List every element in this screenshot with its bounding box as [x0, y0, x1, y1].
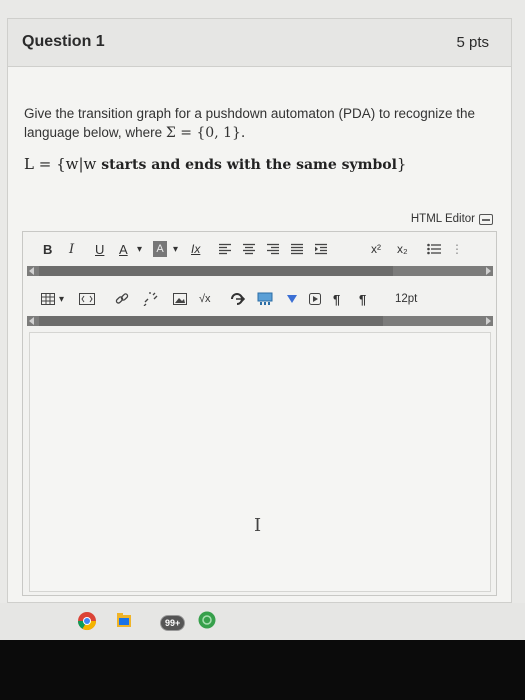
toolbar-scrollbar-1[interactable]	[27, 266, 493, 276]
lti-tool-icon[interactable]	[231, 291, 245, 307]
toolbar-scrollbar-2[interactable]	[27, 316, 493, 326]
superscript-button[interactable]: x²	[371, 241, 381, 257]
subscript-button[interactable]: x₂	[397, 241, 408, 257]
italic-button[interactable]: I	[69, 241, 74, 257]
scroll-right-icon[interactable]	[486, 317, 491, 325]
align-right-icon[interactable]	[267, 241, 279, 257]
language-definition: L = {w|w starts and ends with the same s…	[24, 155, 406, 173]
question-points: 5 pts	[456, 34, 489, 51]
math-equation-button[interactable]: √x	[199, 291, 211, 307]
scroll-left-icon[interactable]	[29, 267, 34, 275]
text-color-button[interactable]: A	[119, 241, 128, 257]
clear-format-button[interactable]: Ix	[191, 241, 200, 257]
question-card: Question 1 5 pts Give the transition gra…	[7, 18, 512, 603]
notification-badge[interactable]: 99+	[160, 613, 186, 631]
video-icon[interactable]	[309, 291, 321, 307]
screen: Question 1 5 pts Give the transition gra…	[0, 0, 525, 640]
image-icon[interactable]	[173, 291, 187, 307]
scroll-left-icon[interactable]	[29, 317, 34, 325]
link-icon[interactable]	[115, 291, 129, 307]
chrome-icon[interactable]	[77, 611, 97, 636]
more-options-icon[interactable]: ⋮	[451, 241, 463, 257]
bg-color-button[interactable]: A	[153, 241, 167, 257]
scroll-right-icon[interactable]	[486, 267, 491, 275]
scroll-thumb[interactable]	[39, 266, 393, 276]
language-suffix: }	[396, 155, 407, 173]
keyboard-icon	[479, 213, 493, 225]
question-prompt: Give the transition graph for a pushdown…	[24, 104, 494, 143]
font-size-select[interactable]: 12pt	[395, 291, 417, 307]
justify-icon[interactable]	[291, 241, 303, 257]
ltr-button[interactable]: ¶	[333, 291, 340, 307]
underline-button[interactable]: U	[95, 241, 104, 257]
question-title: Question 1	[22, 33, 105, 50]
taskbar: 99+	[0, 603, 525, 640]
html-editor-label: HTML Editor	[410, 213, 475, 225]
bold-button[interactable]: B	[43, 241, 52, 257]
language-prefix: L = {w|w	[24, 155, 97, 173]
scroll-thumb[interactable]	[39, 316, 383, 326]
unlink-icon[interactable]	[143, 291, 159, 307]
html-editor-link[interactable]: HTML Editor	[411, 213, 493, 225]
app-icon[interactable]	[198, 611, 216, 634]
editor-toolbar-format: B I U A ▾ A ▾ Ix x² x₂ ⋮	[23, 236, 496, 262]
indent-icon[interactable]	[315, 241, 327, 257]
answer-text-area[interactable]: I	[29, 332, 491, 592]
language-condition: starts and ends with the same symbol	[96, 157, 397, 173]
table-icon[interactable]	[41, 291, 55, 307]
sigma-definition: Σ = {0, 1}.	[165, 125, 246, 141]
embed-icon[interactable]	[79, 291, 95, 307]
badge-count: 99+	[160, 615, 186, 631]
chevron-down-icon[interactable]: ▾	[173, 241, 178, 257]
chevron-down-icon[interactable]: ▾	[59, 291, 64, 307]
align-left-icon[interactable]	[219, 241, 231, 257]
rtl-button[interactable]: ¶	[359, 291, 366, 307]
align-center-icon[interactable]	[243, 241, 255, 257]
device-bezel	[0, 640, 525, 700]
text-cursor: I	[254, 515, 262, 536]
record-media-icon[interactable]	[257, 291, 273, 307]
bullet-list-icon[interactable]	[427, 241, 441, 257]
rich-text-editor: B I U A ▾ A ▾ Ix x² x₂ ⋮ ▾ √x ¶ ¶ 12pt I	[22, 231, 497, 596]
chevron-down-icon[interactable]: ▾	[137, 241, 142, 257]
question-prompt-text: Give the transition graph for a pushdown…	[24, 106, 476, 140]
editor-toolbar-insert: ▾ √x ¶ ¶ 12pt	[23, 286, 496, 312]
files-icon[interactable]	[116, 611, 132, 634]
dropdown-triangle-icon[interactable]	[287, 291, 297, 307]
question-header: Question 1 5 pts	[8, 19, 511, 67]
